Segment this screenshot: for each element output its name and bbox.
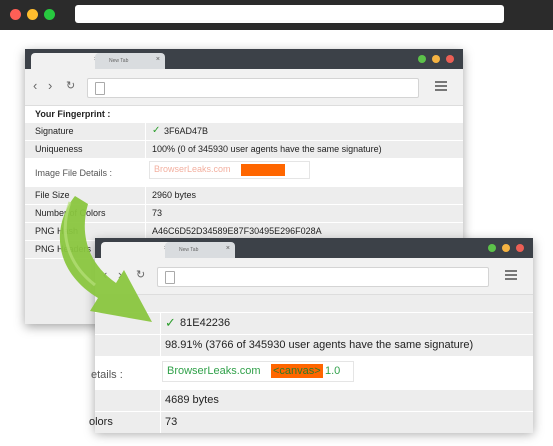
green-arrow-icon	[59, 196, 153, 322]
